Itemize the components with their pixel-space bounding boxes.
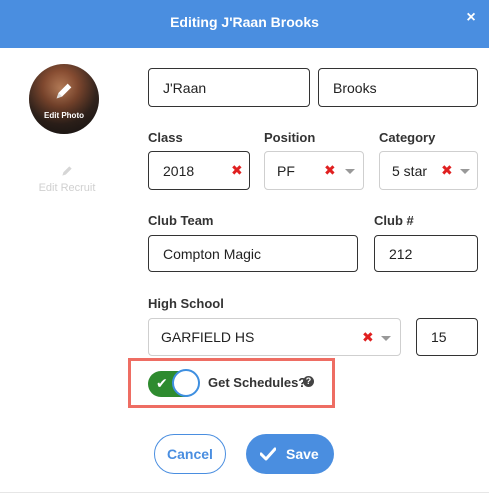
- clear-icon[interactable]: ✖: [231, 162, 243, 179]
- position-select[interactable]: PF ✖: [264, 151, 364, 190]
- first-name-input[interactable]: J'Raan: [148, 68, 310, 107]
- class-value: 2018: [163, 162, 195, 179]
- save-label: Save: [286, 446, 319, 462]
- category-value: 5 star: [392, 162, 428, 179]
- check-icon: ✔: [156, 375, 168, 391]
- save-button[interactable]: Save: [246, 434, 334, 474]
- clear-icon[interactable]: ✖: [324, 162, 336, 179]
- class-select[interactable]: 2018 ✖: [148, 151, 250, 190]
- class-label: Class: [148, 130, 183, 145]
- chevron-down-icon[interactable]: [345, 169, 355, 174]
- edit-photo-label: Edit Photo: [44, 111, 84, 120]
- get-schedules-label: Get Schedules?: [208, 375, 307, 390]
- club-team-input[interactable]: Compton Magic: [148, 235, 358, 272]
- club-number-input[interactable]: 212: [374, 235, 478, 272]
- last-name-input[interactable]: Brooks: [318, 68, 478, 107]
- modal-title: Editing J'Raan Brooks: [170, 14, 319, 30]
- check-icon: [260, 447, 276, 461]
- footer-divider: [0, 492, 489, 493]
- category-label: Category: [379, 130, 436, 145]
- avatar-edit-photo[interactable]: Edit Photo: [29, 64, 99, 134]
- clear-icon[interactable]: ✖: [441, 162, 453, 179]
- category-select[interactable]: 5 star ✖: [379, 151, 478, 190]
- club-team-label: Club Team: [148, 213, 214, 228]
- high-school-number-input[interactable]: 15: [416, 318, 478, 356]
- clear-icon[interactable]: ✖: [362, 329, 374, 346]
- question-icon[interactable]: ?: [303, 376, 314, 387]
- chevron-down-icon[interactable]: [460, 169, 470, 174]
- toggle-knob[interactable]: [172, 369, 200, 397]
- high-school-select[interactable]: GARFIELD HS ✖: [148, 318, 401, 356]
- get-schedules-toggle[interactable]: ✔: [148, 369, 200, 397]
- close-icon[interactable]: ×: [463, 10, 479, 26]
- position-value: PF: [277, 162, 295, 179]
- edit-recruit-link: Edit Recruit: [30, 164, 104, 194]
- pencil-icon: [56, 83, 72, 99]
- position-label: Position: [264, 130, 316, 145]
- high-school-label: High School: [148, 296, 224, 311]
- modal-header: Editing J'Raan Brooks ×: [0, 0, 489, 48]
- cancel-button[interactable]: Cancel: [154, 434, 226, 474]
- chevron-down-icon[interactable]: [381, 336, 391, 341]
- high-school-value: GARFIELD HS: [161, 329, 255, 345]
- pencil-icon: [62, 166, 72, 176]
- edit-recruit-label: Edit Recruit: [38, 182, 96, 194]
- club-number-label: Club #: [374, 213, 414, 228]
